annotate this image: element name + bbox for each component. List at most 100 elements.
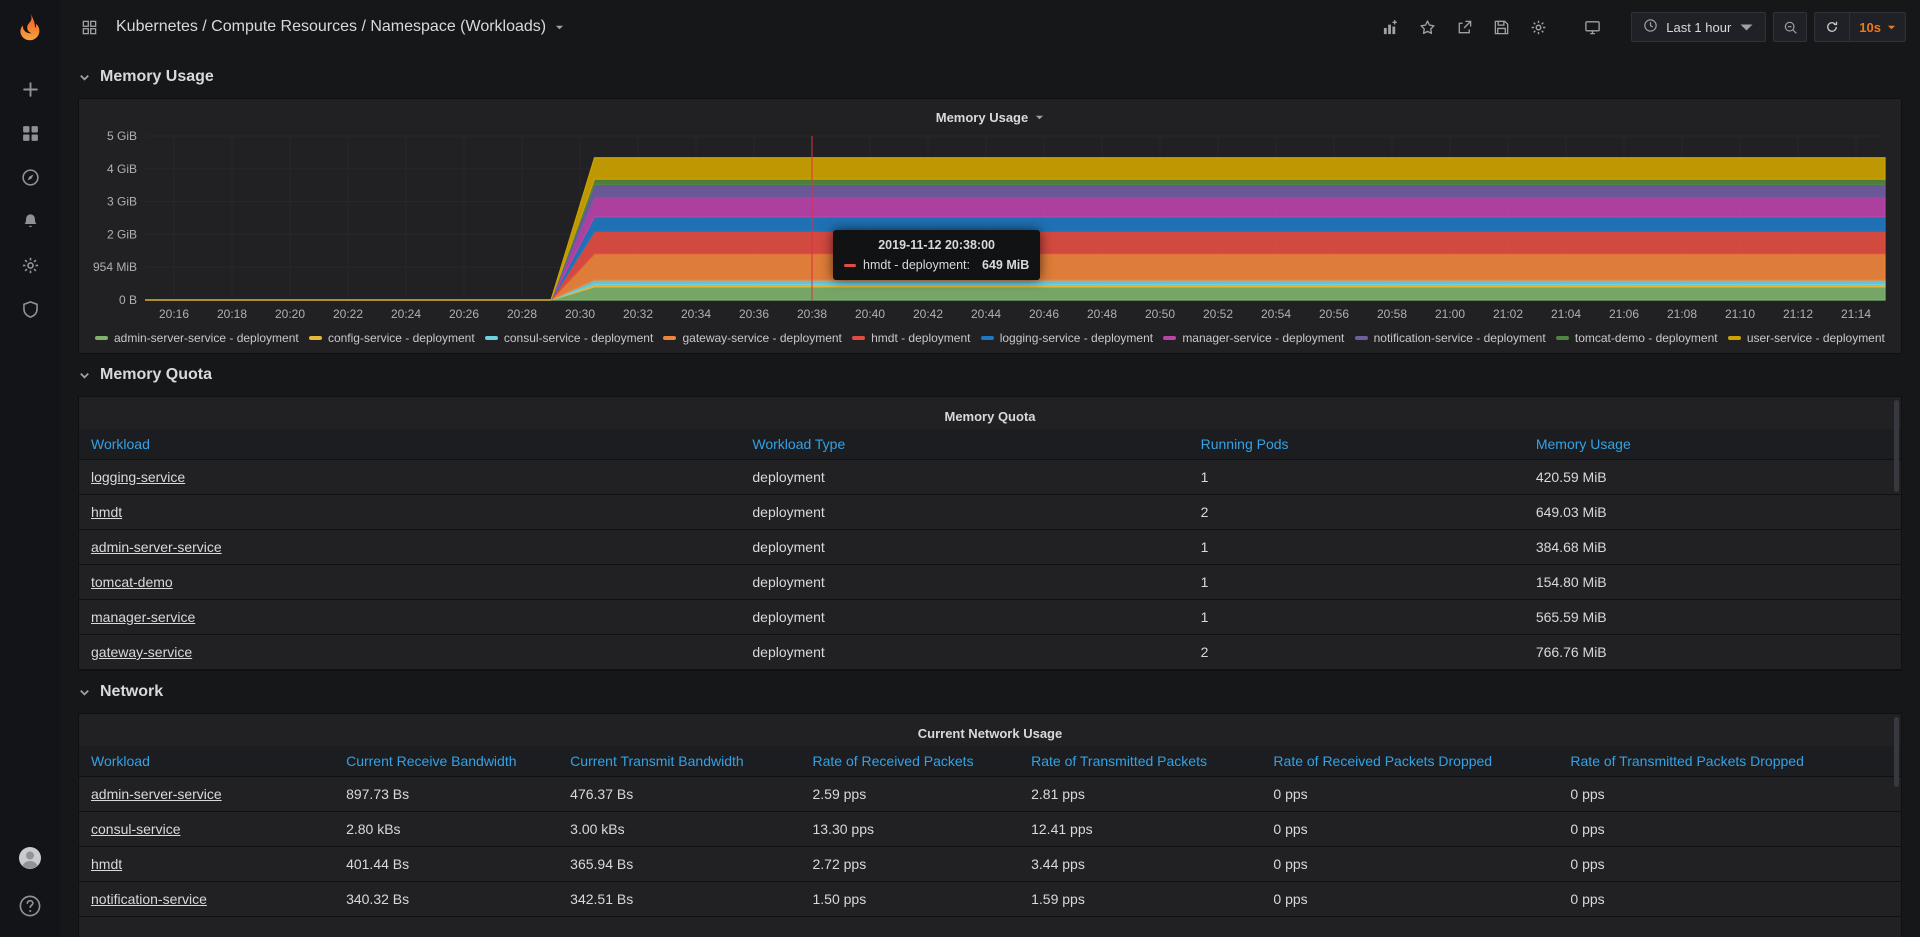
memory-usage-chart[interactable]: 0 B954 MiB2 GiB3 GiB4 GiB5 GiB20:1620:18… <box>87 130 1893 328</box>
workload-link[interactable]: gateway-service <box>91 644 192 660</box>
workload-link[interactable]: notification-service <box>91 891 207 907</box>
table-cell: deployment <box>740 460 1188 495</box>
legend-swatch <box>485 336 498 340</box>
workload-link-cell[interactable]: consul-service <box>79 812 334 847</box>
legend-item[interactable]: manager-service - deployment <box>1163 331 1344 345</box>
add-panel-icon[interactable] <box>1375 13 1405 41</box>
table-cell: 2 <box>1189 495 1524 530</box>
legend-item[interactable]: user-service - deployment <box>1728 331 1885 345</box>
share-icon[interactable] <box>1449 13 1479 41</box>
memory-quota-panel: Memory Quota WorkloadWorkload TypeRunnin… <box>78 396 1902 671</box>
y-axis-label: 2 GiB <box>107 227 137 241</box>
legend-item[interactable]: consul-service - deployment <box>485 331 653 345</box>
configuration-icon[interactable] <box>8 248 52 283</box>
save-icon[interactable] <box>1486 13 1516 41</box>
tooltip-time: 2019-11-12 20:38:00 <box>844 238 1029 252</box>
workload-link-cell[interactable]: logging-service <box>79 460 740 495</box>
legend-item[interactable]: admin-server-service - deployment <box>95 331 299 345</box>
x-axis-label: 20:58 <box>1377 307 1407 321</box>
workload-link-cell[interactable]: hmdt <box>79 847 334 882</box>
workload-link[interactable]: admin-server-service <box>91 539 222 555</box>
x-axis-label: 21:04 <box>1551 307 1581 321</box>
workload-link-cell[interactable]: gateway-service <box>79 635 740 670</box>
scrollbar-thumb[interactable] <box>1894 717 1899 787</box>
table-cell: 1.59 pps <box>1019 882 1261 917</box>
workload-link-cell[interactable]: manager-service <box>79 600 740 635</box>
create-icon[interactable] <box>8 72 52 107</box>
column-header-rate-of-received-packets[interactable]: Rate of Received Packets <box>800 746 1019 777</box>
grafana-logo-icon[interactable] <box>0 0 60 56</box>
section-network[interactable]: Network <box>78 671 1902 713</box>
workload-link-cell[interactable]: tomcat-demo <box>79 565 740 600</box>
table-cell: 1 <box>1189 460 1524 495</box>
settings-gear-icon[interactable] <box>1523 13 1553 41</box>
legend-item[interactable]: gateway-service - deployment <box>663 331 841 345</box>
table-cell: 1.50 pps <box>800 882 1019 917</box>
column-header-rate-of-transmitted-packets-dropped[interactable]: Rate of Transmitted Packets Dropped <box>1558 746 1901 777</box>
server-admin-icon[interactable] <box>8 292 52 327</box>
column-header-rate-of-received-packets-dropped[interactable]: Rate of Received Packets Dropped <box>1261 746 1558 777</box>
table-cell: 2 <box>1189 635 1524 670</box>
help-icon[interactable] <box>8 888 52 923</box>
time-range-picker[interactable]: Last 1 hour <box>1631 12 1766 42</box>
table-cell: 1 <box>1189 530 1524 565</box>
column-header-workload[interactable]: Workload <box>79 429 740 460</box>
cycle-view-monitor-icon[interactable] <box>1577 13 1607 41</box>
table-cell: 0 pps <box>1558 847 1901 882</box>
legend-swatch <box>95 336 108 340</box>
column-header-memory-usage[interactable]: Memory Usage <box>1524 429 1901 460</box>
legend-item[interactable]: hmdt - deployment <box>852 331 970 345</box>
scrollbar-thumb[interactable] <box>1894 400 1899 492</box>
column-header-workload[interactable]: Workload <box>79 746 334 777</box>
table-row: hmdtdeployment2649.03 MiB <box>79 495 1901 530</box>
table-cell: 3.00 kBs <box>558 812 800 847</box>
legend-item[interactable]: notification-service - deployment <box>1355 331 1546 345</box>
table-row: admin-server-service897.73 Bs476.37 Bs2.… <box>79 777 1901 812</box>
workload-link[interactable]: consul-service <box>91 821 180 837</box>
workload-link[interactable]: hmdt <box>91 504 122 520</box>
legend-label: config-service - deployment <box>328 331 475 345</box>
x-axis-label: 21:08 <box>1667 307 1697 321</box>
section-memory-usage[interactable]: Memory Usage <box>78 56 1902 98</box>
legend-item[interactable]: logging-service - deployment <box>981 331 1153 345</box>
legend-label: notification-service - deployment <box>1374 331 1546 345</box>
workload-link-cell[interactable]: admin-server-service <box>79 530 740 565</box>
dashboards-icon[interactable] <box>8 116 52 151</box>
table-cell: 384.68 MiB <box>1524 530 1901 565</box>
panel-title-memory-usage[interactable]: Memory Usage <box>87 104 1893 130</box>
grafana-app: Kubernetes / Compute Resources / Namespa… <box>0 0 1920 937</box>
legend-item[interactable]: tomcat-demo - deployment <box>1556 331 1718 345</box>
workload-link-cell[interactable]: admin-server-service <box>79 777 334 812</box>
table-cell: 565.59 MiB <box>1524 600 1901 635</box>
table-cell: 897.73 Bs <box>334 777 558 812</box>
workload-link-cell[interactable]: notification-service <box>79 882 334 917</box>
zoom-out-time-icon[interactable] <box>1773 12 1807 42</box>
legend-swatch <box>663 336 676 340</box>
table-cell: 401.44 Bs <box>334 847 558 882</box>
refresh-icon[interactable] <box>1815 13 1849 41</box>
apps-grid-icon[interactable] <box>74 13 104 41</box>
x-axis-label: 20:38 <box>797 307 827 321</box>
column-header-current-receive-bandwidth[interactable]: Current Receive Bandwidth <box>334 746 558 777</box>
column-header-current-transmit-bandwidth[interactable]: Current Transmit Bandwidth <box>558 746 800 777</box>
column-header-rate-of-transmitted-packets[interactable]: Rate of Transmitted Packets <box>1019 746 1261 777</box>
user-avatar[interactable] <box>8 840 52 875</box>
workload-link[interactable]: logging-service <box>91 469 185 485</box>
explore-icon[interactable] <box>8 160 52 195</box>
column-header-workload-type[interactable]: Workload Type <box>740 429 1188 460</box>
alerting-icon[interactable] <box>8 204 52 239</box>
refresh-interval-dropdown[interactable]: 10s <box>1849 13 1905 41</box>
table-cell: 0 pps <box>1558 777 1901 812</box>
workload-link-cell[interactable]: hmdt <box>79 495 740 530</box>
workload-link[interactable]: hmdt <box>91 856 122 872</box>
table-cell: 1 <box>1189 600 1524 635</box>
star-icon[interactable] <box>1412 13 1442 41</box>
section-memory-quota[interactable]: Memory Quota <box>78 354 1902 396</box>
workload-link[interactable]: manager-service <box>91 609 195 625</box>
legend-item[interactable]: config-service - deployment <box>309 331 475 345</box>
dashboard-title-button[interactable]: Kubernetes / Compute Resources / Namespa… <box>116 18 564 36</box>
workload-link[interactable]: tomcat-demo <box>91 574 173 590</box>
tooltip-value: 649 MiB <box>982 258 1029 272</box>
column-header-running-pods[interactable]: Running Pods <box>1189 429 1524 460</box>
workload-link[interactable]: admin-server-service <box>91 786 222 802</box>
